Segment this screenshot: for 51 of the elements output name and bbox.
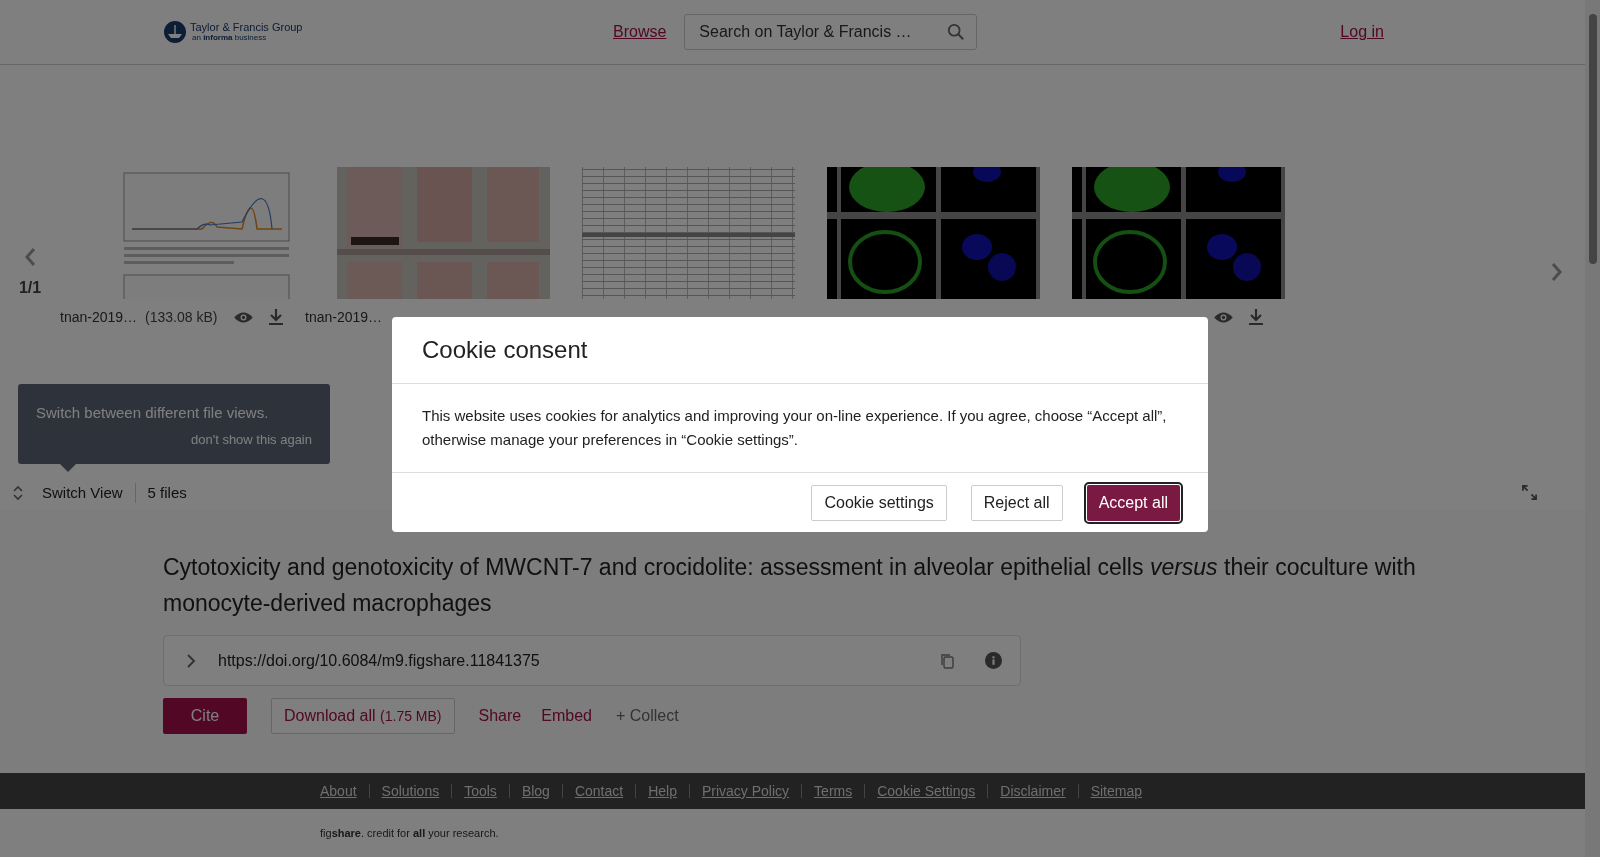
ship-logo-icon — [163, 20, 187, 44]
info-icon[interactable] — [985, 652, 1002, 669]
footer-link[interactable]: About — [320, 784, 369, 798]
download-icon[interactable] — [1248, 308, 1264, 326]
login-link[interactable]: Log in — [1340, 23, 1384, 41]
dismiss-link[interactable]: don't show this again — [191, 431, 312, 447]
copy-icon[interactable] — [939, 652, 955, 669]
action-link[interactable]: Share — [478, 707, 522, 725]
article-title: Cytotoxicity and genotoxicity of MWCNT-7 and crocidolite: assessment in alveolar epithelial cells versus their coculture with monocyte-derived macrophages — [163, 553, 1417, 618]
dialog-title: Cookie consent — [422, 336, 588, 364]
page-indicator: 1/1 — [18, 279, 42, 297]
logo-tagline: an informa business — [191, 34, 268, 42]
action-link[interactable]: Embed — [541, 707, 592, 725]
footer-link[interactable]: Blog — [508, 784, 562, 798]
footer-link[interactable]: Contact — [561, 784, 636, 798]
file-size: (133.08 kB) — [145, 309, 218, 325]
dialog-button[interactable]: Cookie settings — [811, 484, 947, 521]
footer-link[interactable]: Solutions — [368, 784, 452, 798]
chevron-right-icon[interactable] — [1551, 262, 1563, 282]
download-all-button[interactable]: Download all (1.75 MB) — [271, 698, 455, 734]
cite-button[interactable]: Cite — [163, 698, 247, 734]
sort-arrows-icon[interactable] — [12, 484, 24, 501]
fullscreen-icon[interactable] — [1522, 485, 1537, 501]
logo-name: Taylor & Francis Group — [190, 22, 303, 33]
eye-icon[interactable] — [233, 310, 254, 324]
search-field[interactable]: Search on Taylor & Francis … — [684, 14, 978, 50]
footer-link[interactable]: Disclaimer — [987, 784, 1078, 798]
footer-link[interactable]: Terms — [801, 784, 865, 798]
footer-link[interactable]: Privacy Policy — [688, 784, 802, 798]
footer-link[interactable]: Sitemap — [1077, 784, 1154, 798]
footer-tagline: figshare. credit for all your research. — [320, 827, 499, 839]
footer-link[interactable]: Tools — [451, 784, 509, 798]
search-icon[interactable] — [947, 23, 966, 41]
file-count: 5 files — [147, 484, 187, 502]
browse-link[interactable]: Browse — [613, 23, 667, 41]
file-name[interactable]: tnan-2019… — [60, 309, 138, 325]
file-name[interactable]: tnan-2019… — [305, 309, 383, 325]
dialog-button[interactable]: Reject all — [970, 484, 1063, 521]
dialog-message: This website uses cookies for analytics and improving your on-line experience. If you agree, choose “Accept all”, otherwise manage your preferences in “Cookie settings”. — [422, 406, 1168, 450]
scrollbar[interactable] — [1585, 0, 1600, 857]
chevron-right-icon[interactable] — [186, 652, 196, 669]
footer-link[interactable]: Cookie Settings — [864, 784, 988, 798]
doi-link[interactable]: https://doi.org/10.6084/m9.figshare.11841375 — [218, 651, 939, 670]
eye-icon[interactable] — [1213, 310, 1234, 324]
tooltip-text: Switch between different file views. — [36, 403, 270, 421]
collect-link[interactable]: + Collect — [615, 707, 679, 725]
download-icon[interactable] — [268, 308, 284, 326]
switch-view-button[interactable]: Switch View — [42, 482, 136, 503]
footer-link[interactable]: Help — [635, 784, 689, 798]
dialog-button[interactable]: Accept all — [1086, 484, 1180, 521]
chevron-left-icon[interactable] — [24, 247, 36, 267]
